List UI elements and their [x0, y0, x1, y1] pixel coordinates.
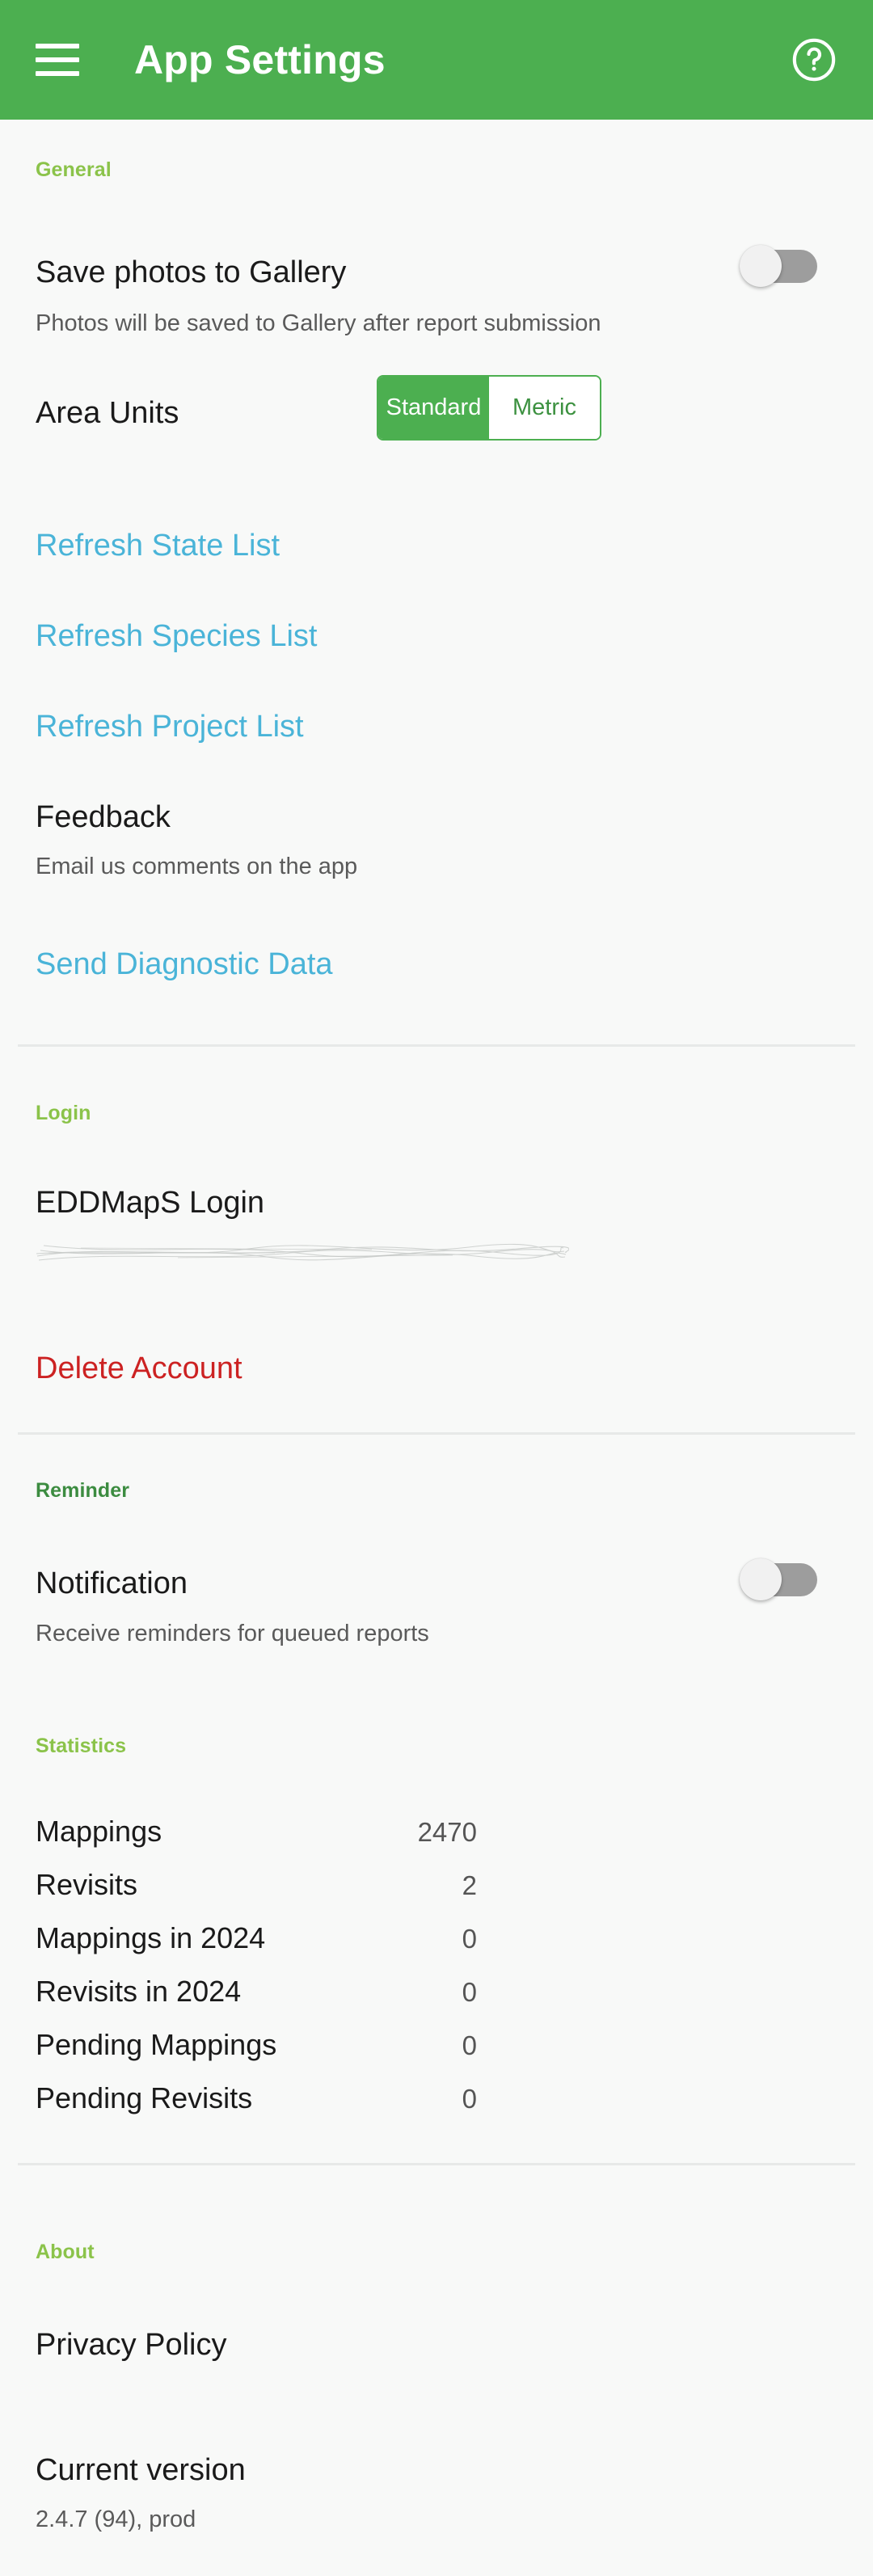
- table-row: Mappings 2470: [0, 1817, 873, 1870]
- area-units-segmented-control[interactable]: Standard Metric: [377, 375, 601, 441]
- save-photos-label: Save photos to Gallery: [36, 255, 347, 289]
- section-header-statistics-wrap: Statistics: [0, 1735, 126, 1758]
- help-circle-icon[interactable]: [791, 36, 837, 83]
- stat-value: 0: [462, 2084, 477, 2114]
- delete-account-link[interactable]: Delete Account: [36, 1351, 242, 1387]
- table-row: Revisits 2: [0, 1870, 873, 1924]
- section-header-about-wrap: About: [0, 2241, 95, 2264]
- stat-value: 0: [462, 2030, 477, 2060]
- section-header-reminder: Reminder: [36, 1479, 130, 1502]
- stat-value: 2: [462, 1870, 477, 1900]
- feedback-label[interactable]: Feedback: [36, 800, 171, 836]
- eddmaps-account-value-redacted: [32, 1235, 569, 1266]
- section-header-login: Login: [36, 1102, 91, 1124]
- notification-toggle[interactable]: [740, 1558, 817, 1600]
- send-diagnostic-data-link[interactable]: Send Diagnostic Data: [36, 947, 333, 983]
- page-title: App Settings: [134, 37, 386, 82]
- eddmaps-login-label[interactable]: EDDMapS Login: [36, 1186, 264, 1221]
- area-units-label: Area Units: [36, 396, 179, 430]
- refresh-state-list-link[interactable]: Refresh State List: [36, 529, 280, 564]
- section-header-statistics: Statistics: [36, 1735, 127, 1757]
- stat-label: Revisits in 2024: [36, 1975, 242, 2008]
- hamburger-line: [36, 71, 79, 76]
- app-settings-screen: App Settings General Save photos to Gall…: [0, 0, 873, 2576]
- stat-label: Mappings: [36, 1815, 162, 1848]
- current-version-value: 2.4.7 (94), prod: [36, 2506, 196, 2532]
- stat-label: Pending Revisits: [36, 2081, 253, 2114]
- hamburger-line: [36, 44, 79, 48]
- section-header-general-wrap: General: [0, 158, 112, 182]
- table-row: Mappings in 2024 0: [0, 1924, 873, 1977]
- toggle-knob: [740, 245, 782, 287]
- notification-description: Receive reminders for queued reports: [36, 1621, 429, 1646]
- area-units-option-metric[interactable]: Metric: [489, 377, 600, 439]
- save-photos-description: Photos will be saved to Gallery after re…: [36, 310, 601, 336]
- refresh-species-list-link[interactable]: Refresh Species List: [36, 619, 318, 655]
- divider-statistics-about: [0, 2163, 873, 2165]
- section-header-about: About: [36, 2241, 95, 2263]
- notification-label: Notification: [36, 1566, 188, 1600]
- table-row: Pending Mappings 0: [0, 2030, 873, 2084]
- stat-value: 2470: [417, 1817, 477, 1847]
- save-photos-toggle[interactable]: [740, 245, 817, 287]
- section-header-reminder-wrap: Reminder: [0, 1479, 129, 1503]
- privacy-policy-link[interactable]: Privacy Policy: [36, 2328, 227, 2363]
- hamburger-menu-icon[interactable]: [36, 44, 79, 76]
- redaction-scribble-icon: [36, 1243, 569, 1261]
- statistics-list: Mappings 2470 Revisits 2 Mappings in 202…: [0, 1817, 873, 2137]
- hamburger-line: [36, 57, 79, 62]
- divider-general-login: [0, 1044, 873, 1047]
- stat-value: 0: [462, 1977, 477, 2007]
- feedback-description: Email us comments on the app: [36, 854, 358, 879]
- app-bar: App Settings: [0, 0, 873, 120]
- section-header-login-wrap: Login: [0, 1102, 91, 1125]
- section-header-general: General: [36, 158, 112, 181]
- table-row: Revisits in 2024 0: [0, 1977, 873, 2030]
- divider-login-reminder: [0, 1432, 873, 1435]
- stat-label: Revisits: [36, 1868, 138, 1901]
- refresh-project-list-link[interactable]: Refresh Project List: [36, 710, 304, 745]
- stat-label: Mappings in 2024: [36, 1921, 266, 1954]
- area-units-option-standard[interactable]: Standard: [378, 377, 489, 439]
- toggle-knob: [740, 1558, 782, 1600]
- table-row: Pending Revisits 0: [0, 2084, 873, 2137]
- stat-value: 0: [462, 1924, 477, 1954]
- current-version-label: Current version: [36, 2453, 246, 2487]
- stat-label: Pending Mappings: [36, 2028, 277, 2061]
